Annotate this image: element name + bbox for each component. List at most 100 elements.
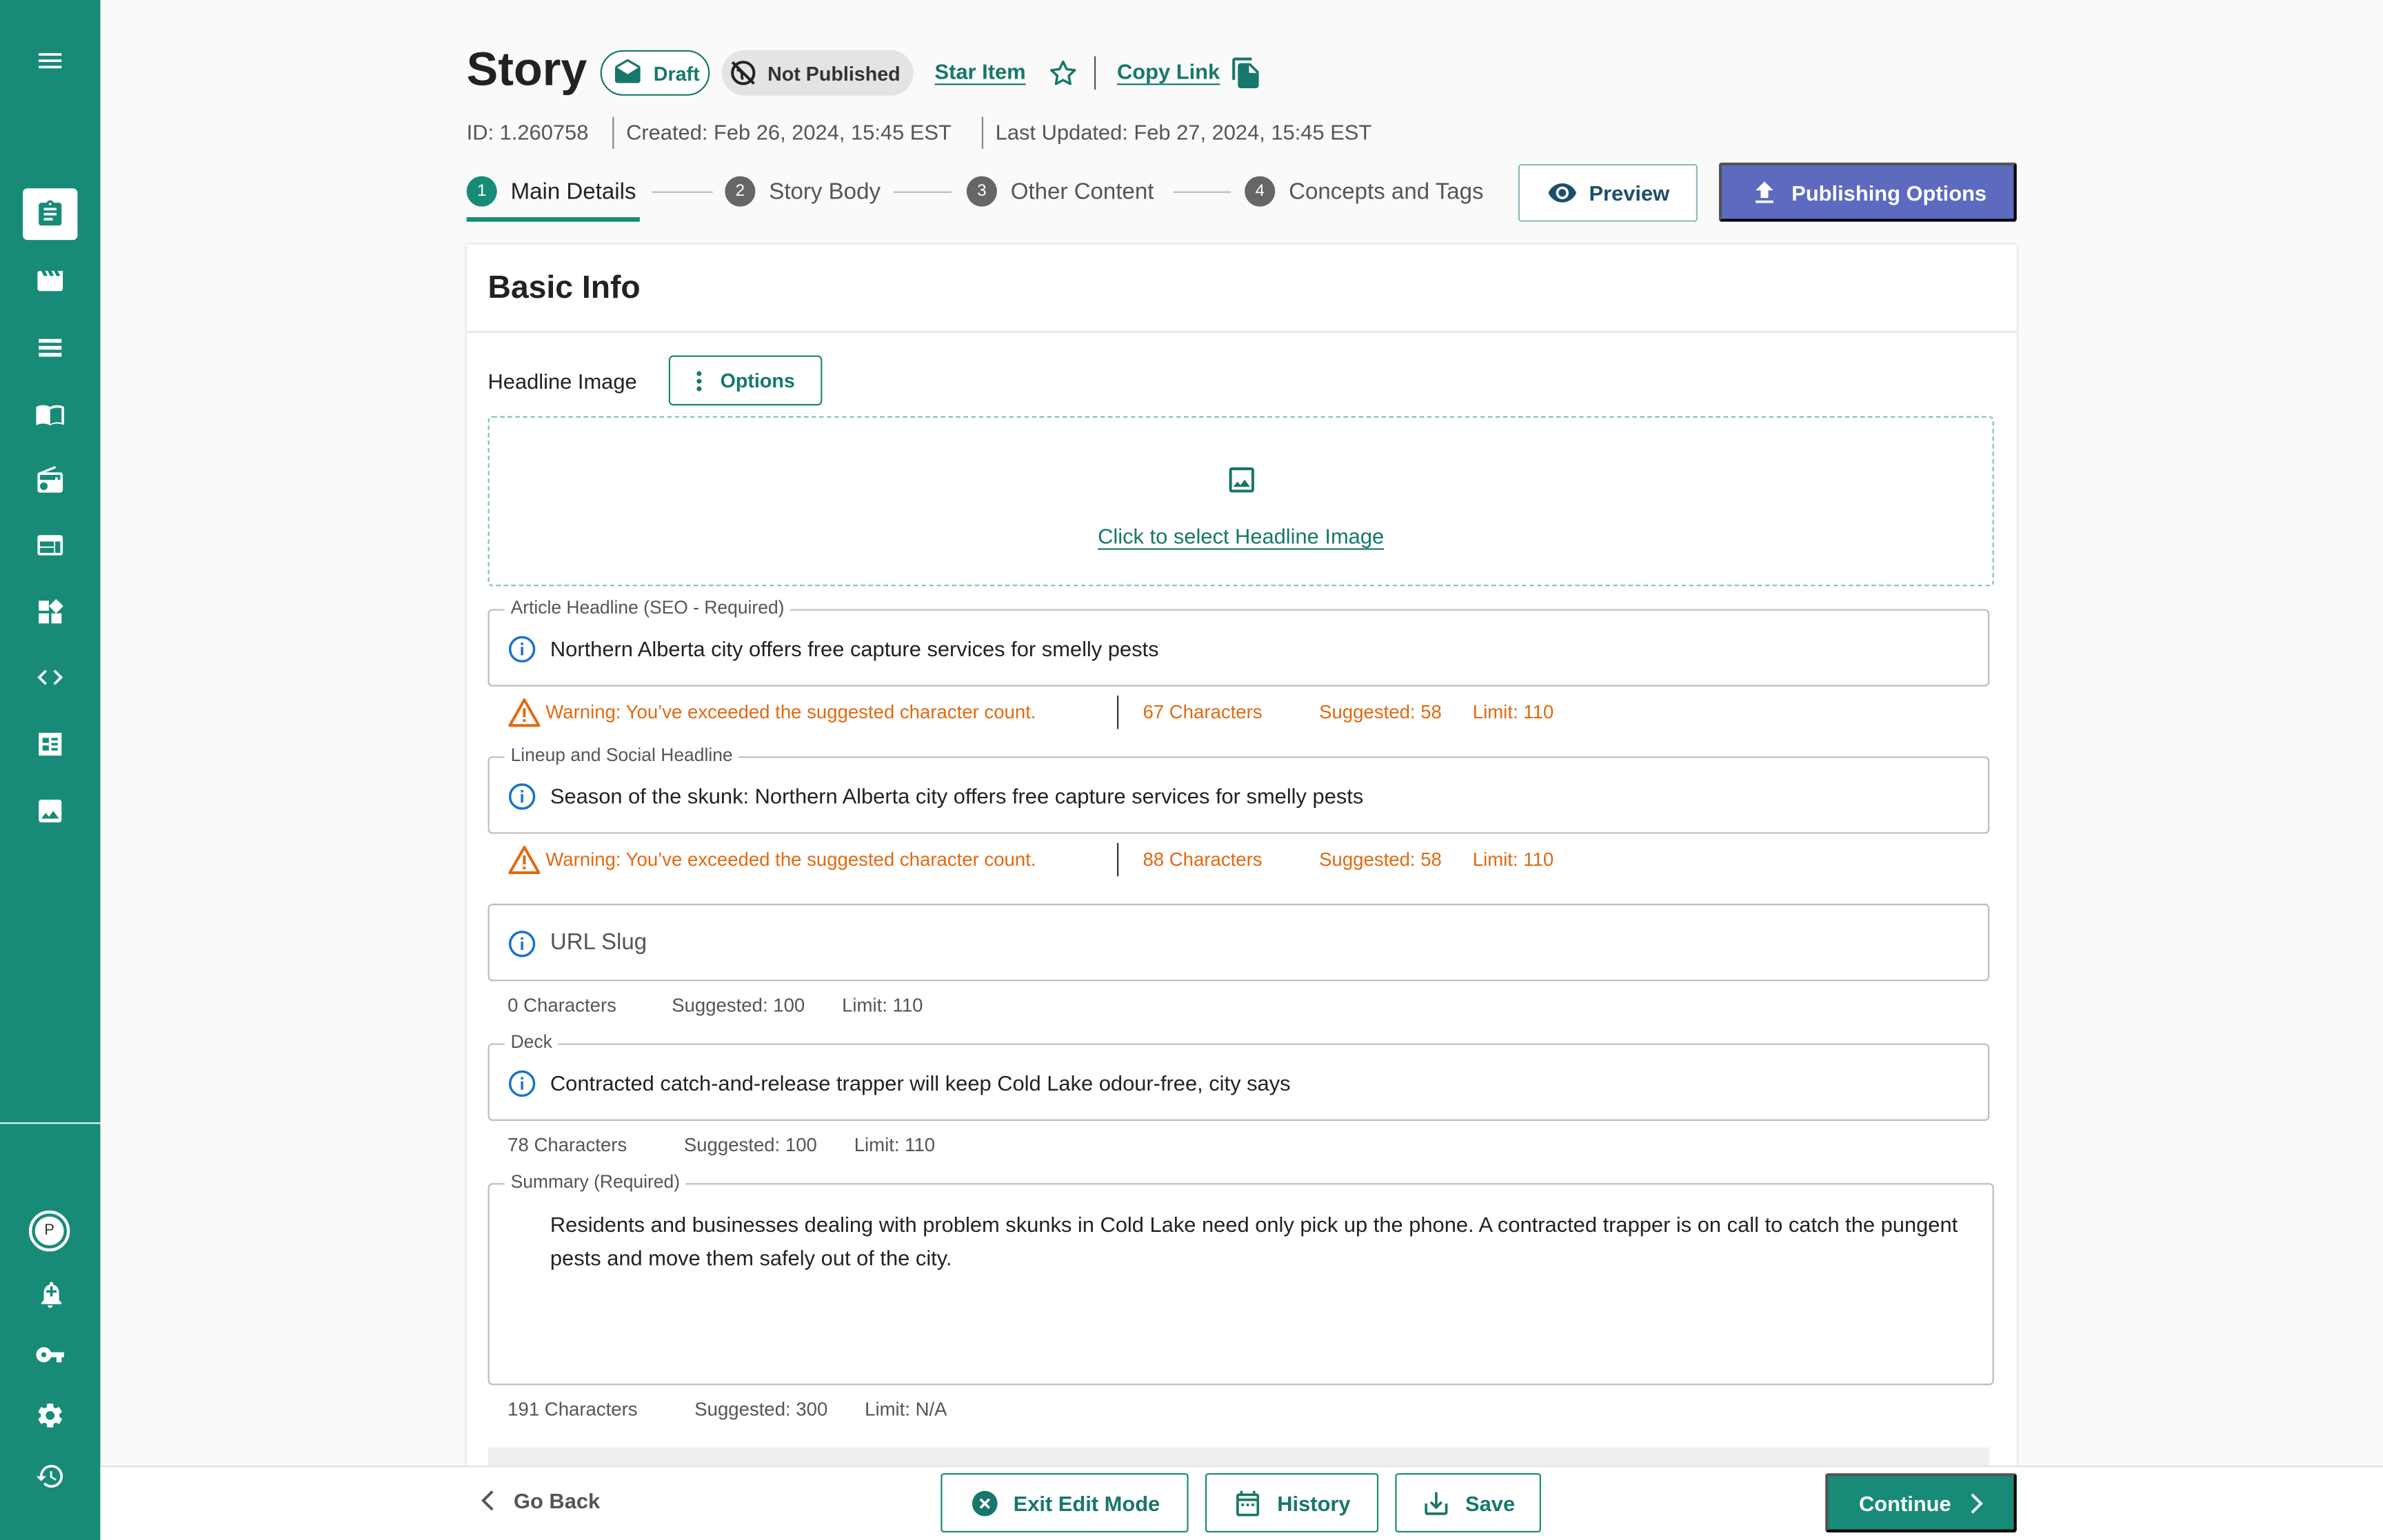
limit-count: Limit: 110 <box>1472 701 1554 723</box>
publish-status-chip: Not Published <box>721 50 914 96</box>
step-label: Story Body <box>769 178 881 205</box>
go-back-label: Go Back <box>513 1488 601 1513</box>
save-label: Save <box>1465 1490 1516 1515</box>
not-published-label: Not Published <box>767 61 901 85</box>
image-placeholder-icon <box>1229 467 1254 493</box>
more-vert-icon <box>696 370 702 391</box>
step-other-content[interactable]: 3 Other Content <box>966 176 1154 207</box>
history-label: History <box>1277 1490 1351 1515</box>
radio-icon[interactable] <box>23 454 77 506</box>
go-back-button[interactable]: Go Back <box>480 1488 600 1512</box>
lineup-social-headline-field[interactable]: Lineup and Social Headline Season of the… <box>487 744 1990 834</box>
download-icon <box>1425 1491 1448 1514</box>
preview-button[interactable]: Preview <box>1518 163 1698 222</box>
field-value: Northern Alberta city offers free captur… <box>550 636 1159 661</box>
calendar-icon <box>1236 1490 1260 1516</box>
suggested-count: Suggested: 300 <box>694 1399 828 1420</box>
counter-divider <box>1117 842 1119 877</box>
chevron-left-icon <box>481 1490 494 1511</box>
options-button[interactable]: Options <box>668 355 823 406</box>
story-id: ID: 1.260758 <box>466 120 589 145</box>
book-icon[interactable] <box>23 389 77 440</box>
updated-date: Last Updated: Feb 27, 2024, 15:45 EST <box>995 120 1372 145</box>
step-connector <box>1173 191 1231 193</box>
suggested-count: Suggested: 58 <box>1319 849 1442 871</box>
options-label: Options <box>720 369 795 392</box>
url-slug-field[interactable]: URL Slug <box>487 903 1990 982</box>
settings-icon[interactable] <box>23 1390 77 1441</box>
deck-field[interactable]: Deck Contracted catch-and-release trappe… <box>487 1031 1990 1121</box>
checklist-icon[interactable] <box>23 718 77 770</box>
headline-image-label: Headline Image <box>487 369 637 394</box>
step-connector <box>652 191 713 193</box>
preview-label: Preview <box>1589 181 1670 205</box>
video-icon[interactable] <box>23 255 77 307</box>
draft-icon <box>614 59 641 83</box>
story-icon[interactable] <box>23 188 78 241</box>
select-headline-image-link[interactable]: Click to select Headline Image <box>490 524 1993 548</box>
character-count: 88 Characters <box>1143 849 1263 871</box>
key-icon[interactable] <box>23 1329 77 1381</box>
copy-link[interactable]: Copy Link <box>1117 59 1220 83</box>
list-icon[interactable] <box>23 322 77 374</box>
save-button[interactable]: Save <box>1395 1473 1541 1533</box>
step-number: 4 <box>1245 176 1276 207</box>
eye-icon <box>1547 183 1576 203</box>
star-item-link[interactable]: Star Item <box>935 59 1026 83</box>
meta-divider <box>981 116 984 149</box>
publishing-options-label: Publishing Options <box>1791 180 1987 205</box>
limit-count: Limit: 110 <box>842 995 923 1016</box>
avatar-initial: P <box>34 1216 64 1246</box>
step-number: 2 <box>725 176 756 207</box>
warning-text: Warning: You’ve exceeded the suggested c… <box>545 849 1036 871</box>
field-value: Contracted catch-and-release trapper wil… <box>550 1071 1291 1095</box>
notification-add-icon[interactable] <box>23 1268 77 1320</box>
web-icon[interactable] <box>23 519 77 571</box>
next-section-peek <box>487 1447 1990 1466</box>
history-icon[interactable] <box>23 1450 77 1502</box>
info-icon[interactable] <box>507 635 536 664</box>
character-count: 78 Characters <box>507 1134 627 1156</box>
info-icon[interactable] <box>507 929 536 958</box>
step-label: Concepts and Tags <box>1289 178 1484 205</box>
field-label: Deck <box>504 1031 559 1053</box>
image-icon[interactable] <box>23 785 77 837</box>
step-number: 1 <box>466 176 497 207</box>
cancel-icon <box>972 1490 998 1516</box>
star-icon[interactable] <box>1047 58 1079 90</box>
draft-label: Draft <box>653 61 700 85</box>
counter-divider <box>1117 696 1119 729</box>
step-story-body[interactable]: 2 Story Body <box>725 176 881 207</box>
step-main-details[interactable]: 1 Main Details <box>466 176 636 207</box>
upload-icon <box>1755 181 1773 203</box>
history-button[interactable]: History <box>1205 1473 1379 1533</box>
active-step-indicator <box>466 217 640 222</box>
url-slug-placeholder: URL Slug <box>550 929 647 955</box>
summary-field[interactable]: Summary (Required) Residents and busines… <box>487 1171 1994 1386</box>
info-icon[interactable] <box>507 1069 536 1098</box>
copy-icon[interactable] <box>1229 57 1263 90</box>
step-connector <box>894 191 952 193</box>
page-title: Story <box>466 42 587 96</box>
step-concepts-and-tags[interactable]: 4 Concepts and Tags <box>1245 176 1484 207</box>
field-label: Lineup and Social Headline <box>504 744 739 766</box>
field-value: Season of the skunk: Northern Alberta ci… <box>550 783 1364 809</box>
card-title: Basic Info <box>487 270 641 305</box>
publishing-options-button[interactable]: Publishing Options <box>1718 162 2017 222</box>
limit-count: Limit: 110 <box>854 1134 936 1156</box>
draft-status-chip: Draft <box>600 50 710 96</box>
article-headline-field[interactable]: Article Headline (SEO - Required) Northe… <box>487 596 1990 687</box>
avatar[interactable]: P <box>28 1210 70 1252</box>
dashboard-icon[interactable] <box>23 586 77 638</box>
continue-button[interactable]: Continue <box>1825 1473 2017 1533</box>
exit-edit-mode-label: Exit Edit Mode <box>1013 1490 1160 1515</box>
exit-edit-mode-button[interactable]: Exit Edit Mode <box>941 1473 1189 1533</box>
step-label: Other Content <box>1010 178 1154 205</box>
menu-icon[interactable] <box>23 35 77 87</box>
limit-count: Limit: N/A <box>865 1399 947 1420</box>
suggested-count: Suggested: 58 <box>1319 701 1442 723</box>
header-divider <box>1094 56 1096 90</box>
headline-image-dropzone[interactable]: Click to select Headline Image <box>487 416 1994 587</box>
info-icon[interactable] <box>507 782 536 811</box>
code-icon[interactable] <box>23 651 77 703</box>
